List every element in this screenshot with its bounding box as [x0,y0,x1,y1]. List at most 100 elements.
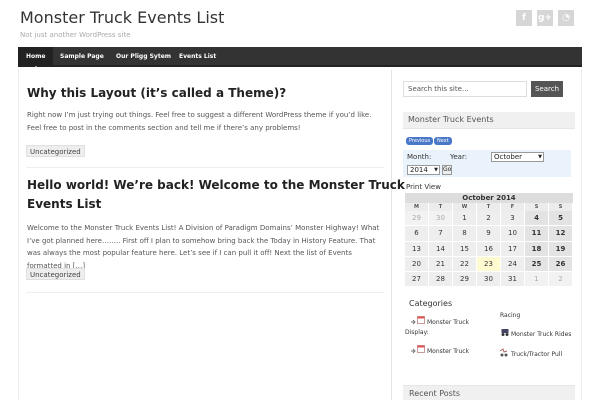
calendar-day: 31 [501,272,525,288]
recent-posts-title: Recent Posts [403,385,575,400]
calendar: October 2014 MTWTFSS 29 30 1 2 3 4 5 6 7 8 9 10 11 12… [405,193,573,288]
arrow-icon [411,348,416,354]
events-widget-title: Monster Truck Events [403,112,575,129]
calendar-weekday: W [453,203,477,211]
calendar-week-row: 13 14 15 16 17 18 19 [405,241,573,257]
calendar-caption: October 2014 [405,193,573,203]
calendar-weekday: S [549,203,573,211]
facebook-icon[interactable]: f [516,10,532,26]
nav-events-list[interactable]: Events List [171,47,224,67]
month-select[interactable]: October ▼ [491,152,544,162]
calendar-week-row: 29 30 1 2 3 4 5 [405,211,573,227]
calendar-day: 15 [453,241,477,257]
calendar-day: 7 [429,226,453,242]
calendar-day: 30 [429,211,453,227]
post-excerpt: Right now I’m just trying out things. Fe… [27,111,372,132]
calendar-day: 20 [405,256,429,273]
post-title[interactable]: Why this Layout (it’s called a Theme)? [27,84,286,103]
calendar-weekday: T [477,203,501,211]
calendar-day: 22 [453,256,477,273]
calendar-weekday-row: MTWTFSS [405,203,573,211]
monster-truck-icon [501,329,509,336]
post-excerpt: Welcome to the Monster Truck Events List… [27,224,380,270]
category-item[interactable]: Monster Truck [427,347,469,356]
calendar-day[interactable]: 4 [525,211,549,227]
calendar-day: 27 [405,272,429,288]
post-divider [26,167,384,168]
nav-home[interactable]: Home [18,47,54,69]
calendar-day: 16 [477,241,501,257]
calendar-day: 28 [429,272,453,288]
arrow-icon [411,319,416,325]
calendar-week-row: 20 21 22 23 24 25 26 [405,256,573,273]
year-select[interactable]: 2014 ▼ [407,165,440,175]
calendar-week-row: 6 7 8 9 10 11 12 [405,226,573,242]
calendar-day: 6 [405,226,429,242]
calendar-day: 29 [453,272,477,288]
category-item[interactable]: Monster Truck [427,318,469,327]
calendar-day: 23 [477,256,501,273]
calendar-day: 9 [477,226,501,242]
main-navigation: Home Sample Page Our Pligg Sytem Events … [18,47,582,69]
post-title[interactable]: Hello world! We’re back! Welcome to the … [27,176,405,195]
calendar-day: 17 [501,241,525,257]
go-button[interactable]: Go [442,165,452,175]
calendar-icon [417,316,425,324]
calendar-body: 29 30 1 2 3 4 5 6 7 8 9 10 11 12 13 14 15 16 17 18 19 20 21 22 2… [405,211,573,288]
month-label: Month: [407,153,432,161]
calendar-weekday: S [525,203,549,211]
month-select-value: October [494,153,523,161]
chevron-down-icon: ▼ [538,154,542,160]
rss-icon[interactable]: ◔ [558,10,574,26]
search-button[interactable]: Search [531,81,563,97]
calendar-week-row: 27 28 29 30 31 1 2 [405,272,573,288]
nav-sample-page[interactable]: Sample Page [52,47,112,67]
calendar-day: 13 [405,241,429,257]
calendar-weekday: T [429,203,453,211]
category-tag[interactable]: Uncategorized [26,268,85,280]
post-title-line2[interactable]: Events List [27,195,101,214]
category-item: Racing [500,312,521,319]
calendar-day: 21 [429,256,453,273]
calendar-day: 8 [453,226,477,242]
calendar-day[interactable]: 25 [525,256,549,273]
category-item[interactable]: Truck/Tractor Pull [511,350,562,359]
calendar-day: 1 [453,211,477,227]
post-divider [26,292,384,293]
calendar-day[interactable]: 19 [549,241,573,257]
calendar-day: 10 [501,226,525,242]
category-item[interactable]: Monster Truck Rides [511,330,571,339]
site-tagline: Not just another WordPress site [20,31,131,39]
nav-pligg-system[interactable]: Our Pligg Sytem [108,47,179,67]
category-item: Display: [405,329,429,336]
calendar-day: 29 [405,211,429,227]
print-view-link[interactable]: Print View [406,183,441,191]
calendar-day: 24 [501,256,525,273]
calendar-day[interactable]: 12 [549,226,573,242]
calendar-day[interactable]: 11 [525,226,549,242]
calendar-day: 3 [501,211,525,227]
google-plus-icon[interactable]: g+ [537,10,553,26]
calendar-day: 2 [549,272,573,288]
calendar-day: 14 [429,241,453,257]
chevron-down-icon: ▼ [434,167,438,173]
tractor-pull-icon [499,348,508,357]
search-input[interactable]: Search this site… [403,81,527,97]
calendar-weekday: F [501,203,525,211]
calendar-day: 2 [477,211,501,227]
calendar-weekday: M [405,203,429,211]
calendar-day: 30 [477,272,501,288]
previous-button[interactable]: Previous [406,137,434,145]
year-label: Year: [450,153,468,161]
column-divider [391,70,392,400]
calendar-icon [417,345,425,353]
site-title[interactable]: Monster Truck Events List [20,8,224,27]
next-button[interactable]: Next [434,137,452,145]
calendar-day[interactable]: 26 [549,256,573,273]
categories-title: Categories [409,299,453,308]
year-select-value: 2014 [410,166,428,174]
calendar-day[interactable]: 5 [549,211,573,227]
category-tag[interactable]: Uncategorized [26,145,85,157]
calendar-day[interactable]: 18 [525,241,549,257]
calendar-day: 1 [525,272,549,288]
